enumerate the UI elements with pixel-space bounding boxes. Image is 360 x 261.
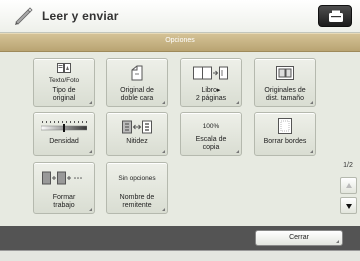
copy-ratio-value: 100% <box>202 123 220 130</box>
close-button[interactable]: Cerrar <box>255 230 343 246</box>
tile-label-line2: 2 páginas <box>195 95 227 102</box>
tile-label-line1: Nombre de <box>119 194 155 201</box>
scan-send-icon <box>15 7 33 25</box>
tile-label-line2: original <box>52 95 76 102</box>
more-arrow-icon <box>89 150 92 153</box>
footer-bar: Cerrar <box>0 226 360 261</box>
tile-label-line1: Borrar bordes <box>263 138 307 145</box>
tile-label-line1: Escala de <box>195 136 227 143</box>
more-arrow-icon <box>336 240 339 243</box>
tile-label-line1: Densidad <box>49 138 79 145</box>
tile-label-line1: Original de <box>120 87 154 94</box>
up-arrow-icon <box>346 183 352 188</box>
header-bar: Leer y enviar <box>0 0 360 33</box>
more-arrow-icon <box>310 101 313 104</box>
app-title: Leer y enviar <box>42 9 119 23</box>
tile-label-line2: dist. tamaño <box>265 95 305 102</box>
more-arrow-icon <box>89 208 92 211</box>
page-scroller: 1/2 <box>336 52 360 226</box>
tile-label-line2: copia <box>202 144 220 151</box>
book-to-two-pages-button[interactable]: Libro▸ 2 páginas <box>180 58 242 107</box>
original-type-button[interactable]: Texto/Foto Tipo de original <box>33 58 95 107</box>
status-strip <box>0 250 360 261</box>
job-build-icon <box>42 171 82 185</box>
density-slider-icon <box>41 121 87 132</box>
different-size-originals-icon <box>276 66 294 80</box>
more-arrow-icon <box>162 150 165 153</box>
sharpness-icon <box>122 120 152 134</box>
density-button[interactable]: Densidad <box>33 112 95 156</box>
more-arrow-icon <box>236 150 239 153</box>
down-arrow-icon <box>346 204 352 209</box>
options-title: Opciones <box>165 37 195 44</box>
device-status-button[interactable] <box>318 5 352 27</box>
copy-ratio-button[interactable]: 100% Escala de copia <box>180 112 242 156</box>
more-arrow-icon <box>236 101 239 104</box>
more-arrow-icon <box>310 150 313 153</box>
two-sided-original-button[interactable]: Original de doble cara <box>106 58 168 107</box>
page-indicator: 1/2 <box>343 162 353 169</box>
sender-name-value: Sin opciones <box>118 175 156 182</box>
tile-label-line2: doble cara <box>120 95 154 102</box>
job-build-button[interactable]: Formar trabajo <box>33 162 95 214</box>
two-sided-original-icon <box>131 65 143 81</box>
scroll-down-button[interactable] <box>340 197 357 214</box>
tile-label-line1: Nitidez <box>126 138 148 145</box>
more-arrow-icon <box>162 208 165 211</box>
device-icon <box>329 10 343 22</box>
sharpness-button[interactable]: Nitidez <box>106 112 168 156</box>
more-arrow-icon <box>162 101 165 104</box>
book-to-two-pages-icon <box>193 66 228 80</box>
more-arrow-icon <box>89 101 92 104</box>
tile-label-line1: Libro▸ <box>201 87 221 94</box>
original-type-value: Texto/Foto <box>48 77 80 84</box>
erase-frame-icon <box>278 118 292 134</box>
different-size-originals-button[interactable]: Originales de dist. tamaño <box>254 58 316 107</box>
tile-label-line2: remitente <box>122 202 152 209</box>
tile-label-line1: Formar <box>52 194 76 201</box>
close-button-label: Cerrar <box>289 234 309 241</box>
options-title-bar: Opciones <box>0 33 360 52</box>
sender-name-button[interactable]: Sin opciones Nombre de remitente <box>106 162 168 214</box>
tile-label-line2: trabajo <box>53 202 75 209</box>
scroll-up-button[interactable] <box>340 177 357 194</box>
tile-label-line1: Tipo de <box>52 87 76 94</box>
tile-label-line1: Originales de <box>264 87 306 94</box>
original-type-icon <box>57 63 71 73</box>
erase-frame-button[interactable]: Borrar bordes <box>254 112 316 156</box>
options-panel: Texto/Foto Tipo de original Original de … <box>0 52 360 226</box>
